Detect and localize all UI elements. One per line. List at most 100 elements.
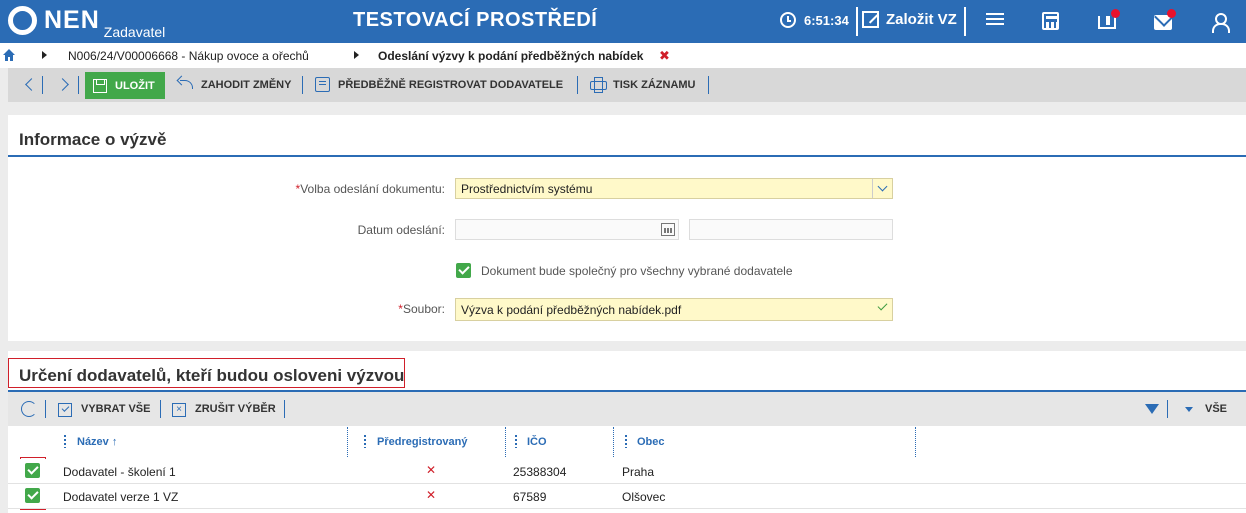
table-row[interactable]: Dodavatel verze 1 VZ ✕ 67589 Olšovec	[8, 484, 1246, 509]
send-date-field[interactable]	[455, 219, 679, 240]
grid-toolbar: VYBRAT VŠE × ZRUŠIT VÝBĚR VŠE	[8, 392, 1246, 426]
undo-icon	[178, 77, 193, 92]
checkmark-icon	[877, 300, 888, 311]
select-all-button[interactable]: VYBRAT VŠE	[81, 403, 150, 415]
document-icon	[315, 77, 330, 92]
discard-changes-button[interactable]: ZAHODIT ZMĚNY	[178, 77, 291, 92]
cell-prereg: ✕	[426, 488, 437, 502]
edit-icon	[862, 11, 879, 28]
close-icon[interactable]: ✖	[659, 48, 670, 64]
send-date-label: Datum odeslání:	[357, 223, 445, 237]
column-divider	[347, 427, 348, 457]
cell-prereg: ✕	[426, 463, 437, 477]
column-divider	[505, 427, 506, 457]
section-title: Určení dodavatelů, kteří budou osloveni …	[19, 366, 405, 385]
file-value: Výzva k podání předběžných nabídek.pdf	[461, 303, 682, 317]
caret-down-icon[interactable]	[1185, 407, 1193, 412]
new-vz-button[interactable]: Založit VZ	[862, 11, 957, 28]
column-menu-icon[interactable]	[515, 435, 517, 448]
shared-document-label: Dokument bude společný pro všechny vybra…	[481, 264, 793, 278]
breadcrumb: N006/24/V00006668 - Nákup ovoce a ořechů…	[0, 43, 1246, 68]
table-row[interactable]: Dodavatel - školení 1 ✕ 25388304 Praha	[8, 459, 1246, 484]
deselect-icon: ×	[172, 403, 186, 417]
toolbar-divider	[160, 400, 161, 418]
send-time-field[interactable]	[689, 219, 893, 240]
session-time: 6:51:34	[804, 12, 849, 28]
home-icon[interactable]	[3, 49, 15, 61]
breadcrumb-current: Odeslání výzvy k podání předběžných nabí…	[378, 49, 644, 63]
cell-obec: Praha	[622, 465, 655, 479]
refresh-icon[interactable]	[21, 401, 37, 417]
row-checkbox[interactable]	[25, 488, 40, 503]
toolbar-divider	[708, 76, 709, 94]
shared-document-checkbox[interactable]	[456, 263, 471, 278]
top-header: NEN Zadavatel TESTOVACÍ PROSTŘEDÍ 6:51:3…	[0, 0, 1246, 43]
chevron-down-icon[interactable]	[872, 179, 892, 198]
form-toolbar: ULOŽIT ZAHODIT ZMĚNY PŘEDBĚŽNĚ REGISTROV…	[8, 68, 1246, 102]
file-field[interactable]: Výzva k podání předběžných nabídek.pdf	[455, 298, 893, 321]
send-choice-value: Prostřednictvím systému	[461, 182, 593, 196]
save-label: ULOŽIT	[115, 79, 155, 92]
logo-circle-icon	[8, 6, 37, 35]
toolbar-divider	[284, 400, 285, 418]
column-header-obec[interactable]: Obec	[637, 436, 665, 448]
toolbar-divider	[577, 76, 578, 94]
toolbar-divider	[302, 76, 303, 94]
column-divider	[613, 427, 614, 457]
breadcrumb-arrow-icon	[354, 51, 359, 59]
cell-name: Dodavatel - školení 1	[63, 465, 176, 479]
environment-title: TESTOVACÍ PROSTŘEDÍ	[353, 9, 598, 31]
suppliers-panel: Určení dodavatelů, kteří budou osloveni …	[8, 351, 1246, 513]
user-icon[interactable]	[1210, 12, 1230, 33]
file-label: *Výzva k podání předběžných nabídek.pdfS…	[398, 302, 445, 316]
section-rule	[8, 155, 1246, 157]
toolbar-divider	[45, 400, 46, 418]
menu-icon[interactable]	[986, 10, 1006, 30]
view-all-button[interactable]: VŠE	[1205, 403, 1227, 415]
column-menu-icon[interactable]	[625, 435, 627, 448]
select-all-icon	[58, 403, 72, 417]
call-info-panel: Informace o výzvě *Volba odeslání dokume…	[8, 115, 1246, 341]
column-header-name[interactable]: Název ↑	[77, 436, 117, 448]
section-title: Informace o výzvě	[19, 130, 167, 149]
toolbar-divider	[1167, 400, 1168, 418]
calculator-icon[interactable]	[1042, 12, 1059, 30]
logo-subtitle: Zadavatel	[103, 24, 166, 40]
session-timer: 6:51:34	[780, 12, 849, 28]
column-header-prereg[interactable]: Předregistrovaný	[377, 436, 467, 448]
discard-label: ZAHODIT ZMĚNY	[201, 78, 292, 91]
column-header-ico[interactable]: IČO	[527, 436, 547, 448]
cell-ico: 25388304	[513, 465, 567, 479]
send-choice-label: *Volba odeslání dokumentu:	[295, 182, 445, 196]
notification-dot	[1111, 9, 1120, 18]
preregister-label: PŘEDBĚŽNĚ REGISTROVAT DODAVATELE	[338, 78, 564, 91]
next-icon[interactable]	[58, 76, 72, 94]
grid-header: Název ↑ Předregistrovaný IČO Obec	[8, 427, 1246, 459]
logo-text: NEN	[44, 6, 100, 34]
filter-icon[interactable]	[1145, 404, 1159, 414]
calendar-icon[interactable]	[661, 223, 675, 236]
breadcrumb-arrow-icon	[42, 51, 47, 59]
cell-ico: 67589	[513, 490, 547, 504]
print-label: TISK ZÁZNAMU	[613, 78, 696, 91]
print-icon	[590, 77, 607, 93]
header-divider	[856, 7, 858, 36]
header-divider	[964, 7, 966, 36]
preregister-supplier-button[interactable]: PŘEDBĚŽNĚ REGISTROVAT DODAVATELE	[315, 77, 563, 92]
print-record-button[interactable]: TISK ZÁZNAMU	[590, 77, 696, 93]
toolbar-divider	[42, 76, 43, 94]
breadcrumb-item[interactable]: N006/24/V00006668 - Nákup ovoce a ořechů	[68, 49, 309, 63]
deselect-button[interactable]: ZRUŠIT VÝBĚR	[195, 403, 276, 415]
clock-icon	[780, 12, 796, 28]
column-divider	[915, 427, 916, 457]
cell-obec: Olšovec	[622, 490, 666, 504]
previous-icon[interactable]	[22, 76, 36, 94]
column-menu-icon[interactable]	[364, 435, 366, 448]
column-menu-icon[interactable]	[64, 435, 66, 448]
nen-logo[interactable]: NEN Zadavatel	[8, 6, 165, 39]
send-choice-select[interactable]: Prostřednictvím systému	[455, 178, 893, 199]
save-button[interactable]: ULOŽIT	[85, 72, 165, 99]
row-checkbox[interactable]	[25, 463, 40, 478]
toolbar-divider	[78, 76, 79, 94]
inbox-icon[interactable]	[1098, 16, 1116, 29]
